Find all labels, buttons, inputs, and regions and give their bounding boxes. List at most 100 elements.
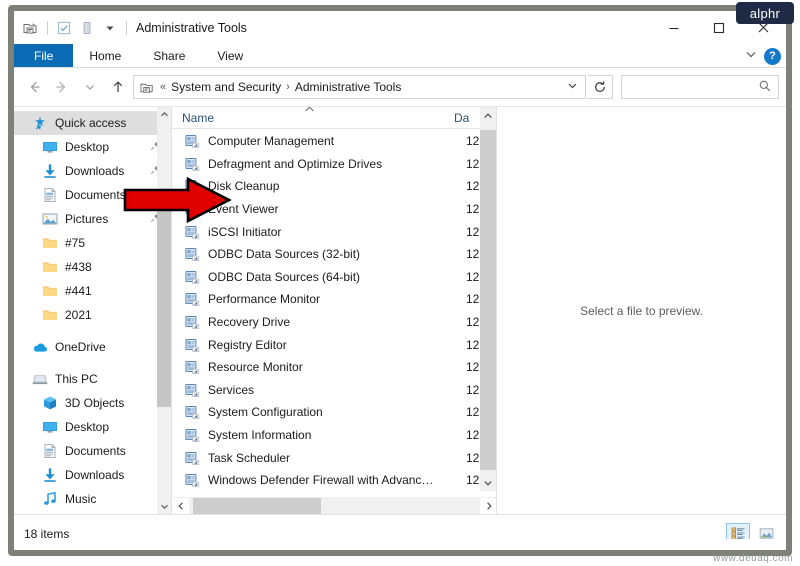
table-row[interactable]: Resource Monitor 12, [172, 356, 496, 379]
shortcut-icon [184, 246, 200, 262]
sidebar-item-label: Quick access [55, 116, 127, 130]
file-list-scroll-right-button[interactable] [480, 498, 496, 515]
sidebar-item-desktop[interactable]: Desktop [14, 415, 171, 439]
table-row[interactable]: Registry Editor 12, [172, 333, 496, 356]
chevron-down-icon[interactable] [744, 47, 758, 66]
file-list-horizontal-thumb[interactable] [193, 498, 321, 514]
preview-pane: Select a file to preview. [497, 107, 786, 514]
file-list-pane: Name Da Computer Management 12, Defragment… [172, 107, 497, 514]
sidebar-item-onedrive[interactable]: OneDrive [14, 335, 171, 359]
maximize-button[interactable] [696, 11, 741, 44]
sort-ascending-icon [304, 107, 315, 118]
navigation-scroll-up-button[interactable] [157, 107, 171, 122]
checkbox-icon[interactable] [53, 17, 75, 39]
file-name-cell: ODBC Data Sources (64-bit) [208, 269, 361, 284]
file-name-cell: Registry Editor [208, 337, 287, 352]
sidebar-item-label: Downloads [65, 468, 125, 482]
refresh-button[interactable] [588, 75, 613, 99]
pictures-icon [42, 211, 58, 227]
file-name-cell: Resource Monitor [208, 360, 303, 375]
tab-home[interactable]: Home [73, 44, 137, 67]
ribbon-right-controls: ? [744, 44, 784, 68]
help-icon[interactable]: ? [764, 47, 781, 65]
sidebar-item-label: Documents [65, 188, 126, 202]
sidebar-item-quick-access[interactable]: Quick access [14, 111, 171, 135]
file-list-scroll-down-button[interactable] [480, 474, 496, 491]
table-row[interactable]: Computer Management 12, [172, 130, 496, 153]
table-row[interactable]: ODBC Data Sources (32-bit) 12, [172, 243, 496, 266]
sidebar-item-label: 2021 [65, 308, 92, 322]
tab-share[interactable]: Share [137, 44, 201, 67]
sidebar-item-3d-objects[interactable]: 3D Objects [14, 391, 171, 415]
table-row[interactable]: System Information 12, [172, 424, 496, 447]
file-list-horizontal-track[interactable] [189, 498, 480, 514]
sidebar-item-label: This PC [55, 372, 98, 386]
breadcrumb[interactable]: « System and Security › Administrative T… [133, 75, 586, 99]
table-row[interactable]: ODBC Data Sources (64-bit) 12, [172, 266, 496, 289]
table-row[interactable]: iSCSI Initiator 12, [172, 220, 496, 243]
nav-group-gap [14, 359, 171, 367]
breadcrumb-item-administrative-tools[interactable]: Administrative Tools [295, 80, 402, 94]
back-button[interactable] [21, 74, 47, 100]
details-view-button[interactable] [726, 522, 750, 539]
table-row[interactable]: Event Viewer 12, [172, 198, 496, 221]
navigation-scrollbar-thumb[interactable] [157, 197, 171, 407]
navigation-scrollbar[interactable] [157, 107, 171, 514]
sidebar-item-music[interactable]: Music [14, 487, 171, 511]
chevron-down-icon[interactable] [99, 17, 121, 39]
sidebar-item-label: Downloads [65, 164, 125, 178]
table-row[interactable]: Services 12, [172, 379, 496, 402]
navigation-list: Quick access Desktop Downloads Documents Pic… [14, 107, 171, 511]
shortcut-icon [184, 382, 200, 398]
ribbon-tab-bar: File Home Share View ? [14, 44, 786, 68]
search-icon[interactable] [758, 79, 772, 96]
sidebar-item-downloads[interactable]: Downloads [14, 463, 171, 487]
sidebar-item-label: #438 [65, 260, 92, 274]
breadcrumb-overflow-icon[interactable]: « [160, 81, 166, 93]
folder-properties-icon[interactable] [20, 17, 42, 39]
table-row[interactable]: System Configuration 12, [172, 401, 496, 424]
sidebar-item-pictures[interactable]: Pictures [14, 207, 171, 231]
properties-icon[interactable] [76, 17, 98, 39]
file-list-horizontal-scrollbar[interactable] [172, 497, 496, 515]
table-row[interactable]: Recovery Drive 12, [172, 311, 496, 334]
table-row[interactable]: Defragment and Optimize Drives 12, [172, 153, 496, 176]
sidebar-item-75[interactable]: #75 [14, 231, 171, 255]
sidebar-item-438[interactable]: #438 [14, 255, 171, 279]
sidebar-item-documents[interactable]: Documents [14, 439, 171, 463]
shortcut-icon [184, 133, 200, 149]
sidebar-item-441[interactable]: #441 [14, 279, 171, 303]
file-list-scrollbar[interactable] [480, 107, 496, 491]
table-row[interactable]: Windows Defender Firewall with Advanc… 12… [172, 469, 496, 492]
sidebar-item-documents[interactable]: Documents [14, 183, 171, 207]
sidebar-item-2021[interactable]: 2021 [14, 303, 171, 327]
file-list-scrollbar-thumb[interactable] [480, 130, 496, 470]
column-header-date[interactable]: Da [444, 107, 484, 129]
tab-view[interactable]: View [201, 44, 259, 67]
sidebar-item-this-pc[interactable]: This PC [14, 367, 171, 391]
recent-locations-button[interactable] [77, 74, 103, 100]
file-list-scroll-up-button[interactable] [480, 107, 496, 124]
sidebar-item-downloads[interactable]: Downloads [14, 159, 171, 183]
table-row[interactable]: Disk Cleanup 12, [172, 175, 496, 198]
breadcrumb-separator-icon[interactable]: › [286, 81, 290, 93]
column-header-name[interactable]: Name [172, 107, 444, 129]
file-name-cell: Defragment and Optimize Drives [208, 156, 383, 171]
download-icon [42, 467, 58, 483]
tab-file[interactable]: File [14, 44, 74, 67]
chevron-down-icon[interactable] [566, 79, 579, 95]
forward-button[interactable] [49, 74, 75, 100]
file-list-scroll-left-button[interactable] [172, 498, 189, 515]
desktop-background: Administrative Tools File Home Share Vie… [0, 0, 800, 566]
table-row[interactable]: Task Scheduler 12, [172, 446, 496, 469]
breadcrumb-item-system-and-security[interactable]: System and Security [171, 80, 281, 94]
up-button[interactable] [105, 74, 131, 100]
large-icons-view-button[interactable] [754, 523, 778, 540]
table-row[interactable]: Performance Monitor 12, [172, 288, 496, 311]
search-input[interactable] [621, 75, 779, 99]
sidebar-item-desktop[interactable]: Desktop [14, 135, 171, 159]
sidebar-item-label: 3D Objects [65, 396, 125, 410]
shortcut-icon [184, 472, 200, 488]
minimize-button[interactable] [651, 11, 696, 44]
navigation-scroll-down-button[interactable] [157, 499, 171, 514]
